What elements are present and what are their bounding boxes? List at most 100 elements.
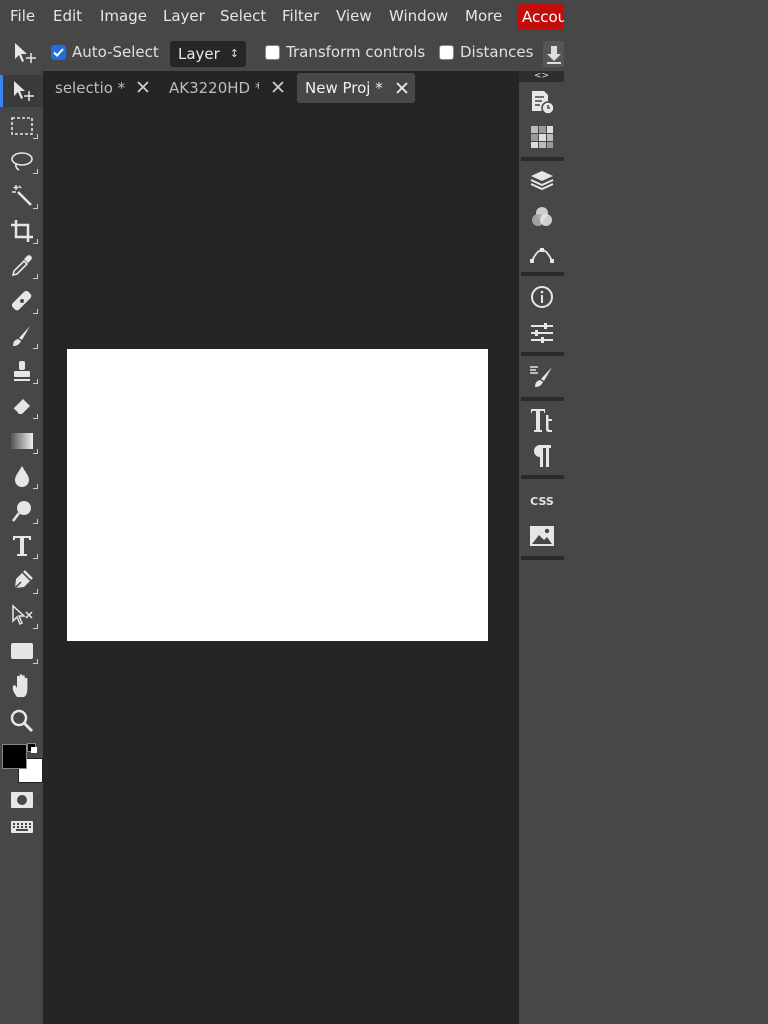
rectangle-icon <box>11 643 33 659</box>
panel-collapse-toggle[interactable]: <> <box>519 71 564 82</box>
menu-layer[interactable]: Layer <box>163 0 205 33</box>
move-icon <box>14 81 34 101</box>
layers-panel-button[interactable] <box>523 165 561 197</box>
auto-select-target-dropdown[interactable]: Layer ↕ <box>170 41 246 67</box>
auto-select-target-value: Layer <box>178 45 220 63</box>
character-panel-button[interactable] <box>523 405 561 437</box>
auto-select-checkbox[interactable] <box>51 45 66 60</box>
info-panel-button[interactable] <box>523 281 561 313</box>
properties-icon <box>531 323 553 343</box>
close-tab-icon[interactable] <box>271 80 285 94</box>
swap-colors-icon[interactable] <box>27 743 37 753</box>
paragraph-icon <box>534 445 551 467</box>
magic-wand-tool[interactable] <box>4 180 40 212</box>
swatches-panel-button[interactable] <box>523 121 561 153</box>
transform-controls-checkbox[interactable] <box>265 45 280 60</box>
menu-image[interactable]: Image <box>100 0 147 33</box>
document-tabs: selectio * AK3220HD * New Proj * <box>43 71 519 104</box>
document-canvas[interactable] <box>67 349 488 641</box>
blur-tool[interactable] <box>4 460 40 492</box>
menu-more[interactable]: More <box>465 0 502 33</box>
eraser-icon <box>12 399 30 415</box>
type-icon <box>13 536 31 556</box>
healing-tool[interactable] <box>4 285 40 317</box>
rectangle-tool[interactable] <box>4 635 40 667</box>
panel-group-divider <box>521 556 564 560</box>
move-tool[interactable] <box>0 75 43 107</box>
account-button[interactable]: Accou <box>517 4 564 30</box>
marquee-tool[interactable] <box>4 110 40 142</box>
lasso-icon <box>11 152 33 171</box>
auto-select-label: Auto-Select <box>72 43 159 61</box>
brush-settings-icon <box>530 366 552 387</box>
panel-group-divider <box>521 475 564 479</box>
tab-ak3220hd[interactable]: AK3220HD * <box>169 73 259 103</box>
healing-icon <box>11 290 32 311</box>
paragraph-panel-button[interactable] <box>523 440 561 472</box>
move-tool-options-icon <box>12 41 38 69</box>
distances-label: Distances <box>460 43 534 61</box>
svg-text:CSS: CSS <box>530 495 554 508</box>
tab-new-project-label: New Proj * <box>305 79 383 97</box>
crop-tool[interactable] <box>4 215 40 247</box>
history-panel-button[interactable] <box>523 86 561 118</box>
swatches-icon <box>531 126 553 148</box>
blur-icon <box>15 466 29 487</box>
dropdown-caret-icon: ↕ <box>229 47 239 60</box>
keyboard-button[interactable] <box>4 811 40 843</box>
type-tool[interactable] <box>4 530 40 562</box>
info-icon <box>531 286 553 308</box>
paths-icon <box>530 248 554 263</box>
transform-controls-label: Transform controls <box>286 43 426 61</box>
tab-selection[interactable]: selectio * <box>55 73 127 103</box>
stamp-icon <box>14 361 30 381</box>
gradient-tool[interactable] <box>4 425 40 457</box>
lasso-tool[interactable] <box>4 145 40 177</box>
css-panel-button[interactable]: CSS <box>523 485 561 517</box>
dodge-icon <box>12 501 31 522</box>
app-window: File Edit Image Layer Select Filter View… <box>0 0 564 1024</box>
panels-area <box>564 0 768 1024</box>
download-icon <box>547 46 561 64</box>
tools-toolbar <box>0 71 43 1024</box>
magic-wand-icon <box>12 185 32 206</box>
menu-file[interactable]: File <box>10 0 35 33</box>
pen-icon <box>14 570 33 589</box>
panel-group-divider <box>521 157 564 161</box>
menu-select[interactable]: Select <box>220 0 266 33</box>
hand-tool[interactable] <box>4 670 40 702</box>
channels-icon <box>532 207 552 226</box>
menu-window[interactable]: Window <box>389 0 448 33</box>
css-icon: CSS <box>530 495 554 508</box>
channels-panel-button[interactable] <box>523 201 561 233</box>
close-tab-icon[interactable] <box>395 81 409 95</box>
eraser-tool[interactable] <box>4 390 40 422</box>
path-select-icon <box>12 604 33 626</box>
clone-stamp-tool[interactable] <box>4 355 40 387</box>
save-button[interactable] <box>543 41 564 67</box>
menu-view[interactable]: View <box>336 0 372 33</box>
hand-icon <box>12 674 28 697</box>
path-selection-tool[interactable] <box>4 600 40 632</box>
foreground-color-swatch[interactable] <box>2 744 27 769</box>
keyboard-icon <box>11 821 33 833</box>
close-tab-icon[interactable] <box>136 80 150 94</box>
brush-icon <box>13 326 30 346</box>
menu-filter[interactable]: Filter <box>282 0 319 33</box>
brush-settings-panel-button[interactable] <box>523 361 561 393</box>
properties-panel-button[interactable] <box>523 317 561 349</box>
panel-group-divider <box>521 352 564 356</box>
paths-panel-button[interactable] <box>523 237 561 269</box>
brush-tool[interactable] <box>4 320 40 352</box>
eyedropper-icon <box>11 255 32 277</box>
menu-edit[interactable]: Edit <box>53 0 82 33</box>
menu-bar: File Edit Image Layer Select Filter View… <box>0 0 564 33</box>
distances-checkbox[interactable] <box>439 45 454 60</box>
image-panel-button[interactable] <box>523 520 561 552</box>
color-swatches <box>2 741 43 785</box>
zoom-icon <box>10 709 34 733</box>
pen-tool[interactable] <box>4 565 40 597</box>
dodge-tool[interactable] <box>4 495 40 527</box>
zoom-tool[interactable] <box>4 705 40 737</box>
eyedropper-tool[interactable] <box>4 250 40 282</box>
